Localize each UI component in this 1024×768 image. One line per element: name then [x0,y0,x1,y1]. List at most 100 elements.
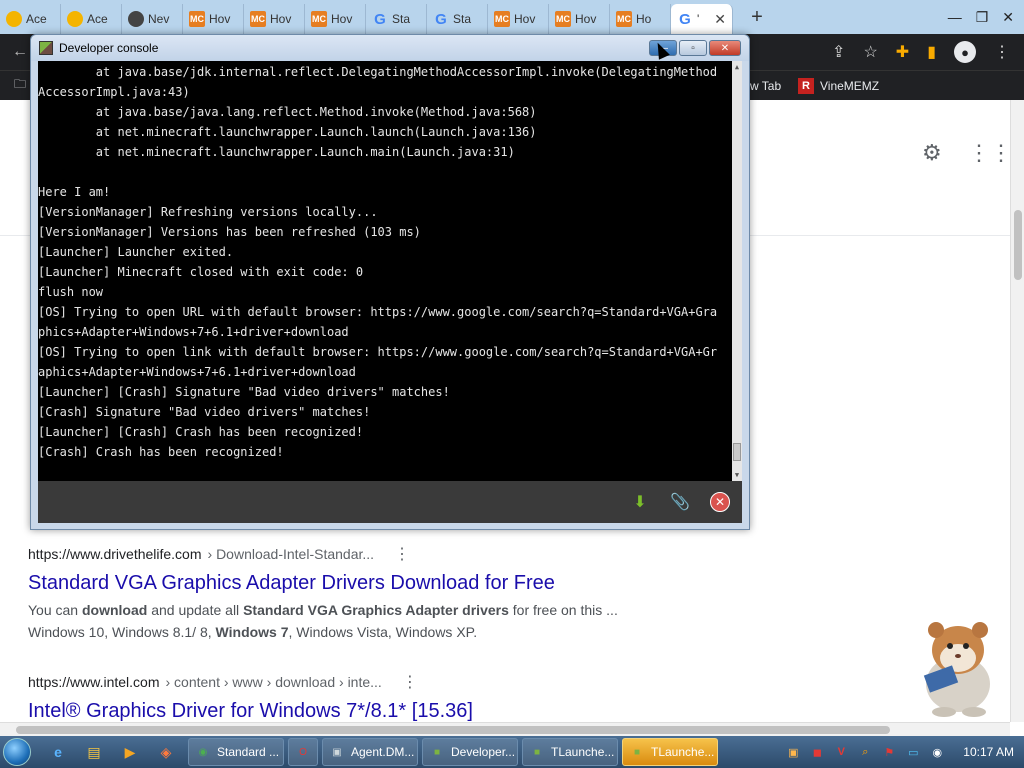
extensions-icon[interactable]: ✚ [896,42,909,62]
tray-app-icon[interactable]: ◼ [809,744,825,760]
r-logo-icon: R [798,77,814,94]
snippet-bold: download [81,602,148,618]
page-vertical-scrollbar[interactable] [1010,100,1024,722]
tray-v-icon[interactable]: V [833,744,849,760]
browser-tab[interactable]: MC Hov [244,4,305,34]
window-titlebar[interactable]: Developer console — ▫ ✕ [31,35,749,61]
new-tab-button[interactable]: + [743,3,771,31]
browser-tab[interactable]: MC Hov [488,4,549,34]
console-line: at net.minecraft.launchwrapper.Launch.ma… [38,145,515,159]
profile-avatar-icon[interactable]: ● [954,41,976,63]
browser-tab[interactable]: MC Hov [549,4,610,34]
media-player-icon[interactable]: ▶ [118,740,142,764]
browser-tab[interactable]: Nev [122,4,183,34]
internet-explorer-icon[interactable]: e [46,740,70,764]
share-icon[interactable]: ⇪ [832,42,845,62]
tray-flag-icon[interactable]: ⚑ [881,744,897,760]
ace-icon [67,11,83,27]
taskbar-tasks: ◉ Standard ... O ▣ Agent.DM... ■ Developer... ■… [184,738,718,766]
scroll-down-icon[interactable]: ▼ [732,469,742,481]
console-output[interactable]: at java.base/jdk.internal.reflect.Delega… [38,61,742,481]
browser-tab[interactable]: MC Ho [610,4,671,34]
bookmark-new-tab[interactable]: w Tab [750,79,781,93]
taskbar-item[interactable]: O [288,738,318,766]
taskbar-item-label: Developer... [451,745,516,759]
result-title-link[interactable]: Intel® Graphics Driver for Windows 7*/8.… [28,700,473,723]
tab-label: Sta [453,12,472,26]
tray-network-icon[interactable]: ▭ [905,744,921,760]
console-line: at net.minecraft.launchwrapper.Launch.la… [38,125,537,139]
tab-label: ' [697,12,700,26]
circle-icon [128,11,144,27]
mc-icon: MC [616,11,632,27]
taskbar-item[interactable]: ◉ Standard ... [188,738,284,766]
snippet-text: Windows 10, Windows 8.1/ 8, [28,624,216,640]
side-panel-icon[interactable]: ▮ [927,42,936,62]
tab-label: Nev [148,12,170,26]
tray-volume-icon[interactable]: ◉ [929,744,945,760]
search-result: https://www.intel.com › content › www › … [28,672,473,723]
console-line: [VersionManager] Versions has been refre… [38,225,421,239]
browser-tab[interactable]: Ace [61,4,122,34]
system-tray: ▣ ◼ V ⌕ ⚑ ▭ ◉ 10:17 AM [785,744,1024,760]
tray-app-icon[interactable]: ▣ [785,744,801,760]
cube-icon: ■ [433,746,441,758]
mc-icon: MC [189,11,205,27]
taskbar-item[interactable]: ■ TLaunche... [622,738,718,766]
taskbar-item-label: Standard ... [217,745,280,759]
more-options-icon[interactable]: ⋮ [402,672,418,692]
console-line: [Crash] Crash has been recognized! [38,445,284,459]
result-site[interactable]: https://www.drivethelife.com [28,546,202,562]
mc-icon: MC [494,11,510,27]
app-icon[interactable]: ◈ [154,740,178,764]
result-title-link[interactable]: Standard VGA Graphics Adapter Drivers Do… [28,572,618,595]
scroll-thumb[interactable] [16,726,890,734]
scroll-thumb[interactable] [1014,210,1022,280]
page-horizontal-scrollbar[interactable] [0,722,1010,736]
taskbar-item[interactable]: ■ Developer... [422,738,518,766]
paperclip-icon[interactable]: 📎 [670,492,690,512]
browser-tab[interactable]: G Sta [427,4,488,34]
tab-label: Ho [636,12,652,26]
settings-gear-icon[interactable]: ⚙ [922,140,942,166]
tab-active[interactable]: G ' ✕ [671,4,733,34]
browser-tab[interactable]: Ace [0,4,61,34]
browser-tab[interactable]: MC Hov [305,4,366,34]
maximize-icon[interactable]: ❐ [976,9,989,26]
close-button[interactable]: ✕ [709,40,741,56]
tab-close-icon[interactable]: ✕ [714,11,726,28]
bookmark-folder-icon[interactable]: 🗀 [14,75,26,96]
bookmark-star-icon[interactable]: ☆ [863,42,877,62]
taskbar-clock[interactable]: 10:17 AM [963,745,1014,759]
result-breadcrumb: › content › www › download › inte... [165,674,382,690]
more-options-icon[interactable]: ⋮ [394,544,410,564]
download-arrow-icon[interactable]: ⬇ [630,492,650,512]
taskbar-item[interactable]: ■ TLaunche... [522,738,618,766]
scroll-thumb[interactable] [733,443,741,461]
scroll-up-icon[interactable]: ▲ [732,61,742,73]
close-icon[interactable]: ✕ [1002,9,1014,26]
snippet-bold: Standard VGA Graphics Adapter drivers [243,602,509,618]
ace-icon [6,11,22,27]
clear-close-icon[interactable]: ✕ [710,492,730,512]
folder-icon[interactable]: ▤ [82,740,106,764]
tab-label: Hov [209,12,231,26]
start-button[interactable] [0,736,34,768]
result-site[interactable]: https://www.intel.com [28,674,160,690]
taskbar-item[interactable]: ▣ Agent.DM... [322,738,418,766]
console-line: [Launcher] [Crash] Crash has been recogn… [38,425,364,439]
result-breadcrumb: › Download-Intel-Standar... [207,546,375,562]
menu-kebab-icon[interactable]: ⋮ [994,42,1010,62]
browser-tab[interactable]: G Sta [366,4,427,34]
bookmark-vinememz[interactable]: R VineMEMZ [798,77,879,94]
windows-taskbar: e ▤ ▶ ◈ ◉ Standard ... O ▣ Agent.DM... ■ Devel… [0,736,1024,768]
tray-search-icon[interactable]: ⌕ [857,744,873,760]
browser-tab[interactable]: MC Hov [183,4,244,34]
console-line: [Crash] Signature "Bad video drivers" ma… [38,405,371,419]
console-scrollbar[interactable]: ▲ ▼ [732,61,742,481]
snippet-bold: Windows 7 [215,624,289,640]
hamster-mascot-icon[interactable] [908,612,1008,718]
maximize-button[interactable]: ▫ [679,40,707,56]
google-icon: G [374,10,386,28]
minimize-icon[interactable]: — [948,9,962,26]
